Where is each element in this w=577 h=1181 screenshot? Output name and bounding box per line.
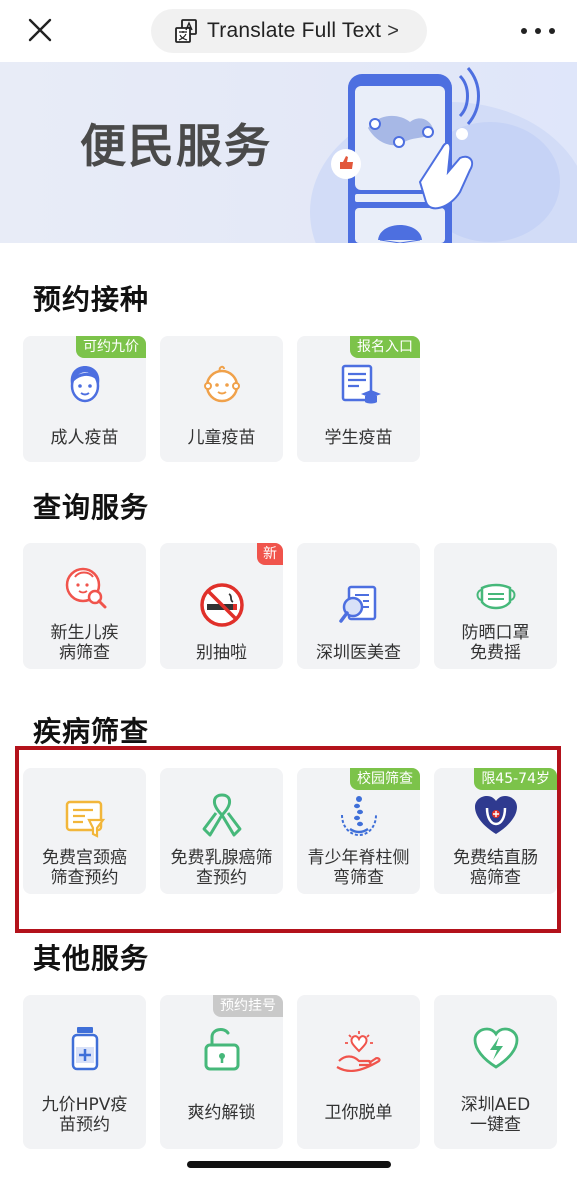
service-card-dating-service[interactable]: 卫你脱单 [297,995,420,1149]
banner[interactable]: 便民服务 [0,62,577,243]
translate-label: Translate Full Text [207,19,382,42]
service-label: 卫你脱单 [324,1103,393,1123]
service-label-line-1: 九价HPV疫 [41,1095,128,1115]
newborn-search-icon [61,563,109,611]
status-badge: 报名入口 [350,336,420,358]
service-card-adult-vaccine[interactable]: 可约九价 成人疫苗 [23,336,146,462]
service-label: 爽约解锁 [187,1103,256,1123]
service-card-sun-mask[interactable]: 防晒口罩 免费摇 [434,543,557,669]
service-card-unlock-missed-appointment[interactable]: 预约挂号 爽约解锁 [160,995,283,1149]
status-badge: 预约挂号 [213,995,283,1017]
section-title-query: 查询服务 [33,491,150,524]
service-label: 新生儿疾 病筛查 [23,623,146,663]
service-card-cosmetic-medical-check[interactable]: 深圳医美查 [297,543,420,669]
close-icon [28,18,52,42]
service-card-student-vaccine[interactable]: 报名入口 学生疫苗 [297,336,420,462]
more-options-button[interactable] [521,18,555,44]
service-label: 学生疫苗 [324,428,393,448]
face-mask-icon [472,573,520,621]
service-label: 九价HPV疫 苗预约 [23,1095,146,1135]
vaccine-vial-icon [61,1025,109,1073]
service-label: 别抽啦 [196,643,247,663]
hand-heart-icon [335,1029,383,1077]
service-label: 防晒口罩 免费摇 [434,623,557,663]
highlight-annotation-box [15,746,561,933]
section-title-other: 其他服务 [33,942,150,975]
child-face-icon [198,360,246,408]
service-card-no-smoking[interactable]: 新 别抽啦 [160,543,283,669]
service-card-hpv-vaccine[interactable]: 九价HPV疫 苗预约 [23,995,146,1149]
new-badge: 新 [257,543,283,565]
chevron-right-icon: > [387,19,399,42]
service-label: 成人疫苗 [50,428,119,448]
top-bar: Translate Full Text > [0,0,577,62]
section-title-vaccine: 预约接种 [33,283,150,316]
adult-face-icon [61,360,109,408]
service-label-line-2: 苗预约 [59,1115,110,1135]
document-search-icon [335,581,383,629]
unlock-icon [198,1025,246,1073]
service-label-line-1: 深圳AED [460,1095,531,1115]
section-title-screening: 疾病筛查 [33,715,150,748]
service-label: 深圳AED 一键查 [434,1095,557,1135]
home-indicator[interactable] [187,1161,391,1168]
service-label-line-2: 病筛查 [59,643,110,663]
translate-full-text-button[interactable]: Translate Full Text > [151,9,427,53]
service-label-line-2: 一键查 [470,1115,521,1135]
service-label: 深圳医美查 [316,643,401,663]
service-card-child-vaccine[interactable]: 儿童疫苗 [160,336,283,462]
dot-icon [535,28,541,34]
service-label: 儿童疫苗 [187,428,256,448]
service-card-aed-lookup[interactable]: 深圳AED 一键查 [434,995,557,1149]
service-card-newborn-screening[interactable]: 新生儿疾 病筛查 [23,543,146,669]
banner-title: 便民服务 [80,119,272,173]
service-label-line-2: 免费摇 [470,643,521,663]
dot-icon [549,28,555,34]
no-smoking-icon [198,581,246,629]
student-document-icon [335,360,383,408]
status-badge: 可约九价 [76,336,146,358]
aed-heart-icon [472,1025,520,1073]
service-label-line-1: 新生儿疾 [50,623,119,643]
dot-icon [521,28,527,34]
close-button[interactable] [24,14,56,46]
phone-map-illustration-icon [310,67,577,243]
translate-icon [175,19,197,43]
service-label-line-1: 防晒口罩 [461,623,530,643]
